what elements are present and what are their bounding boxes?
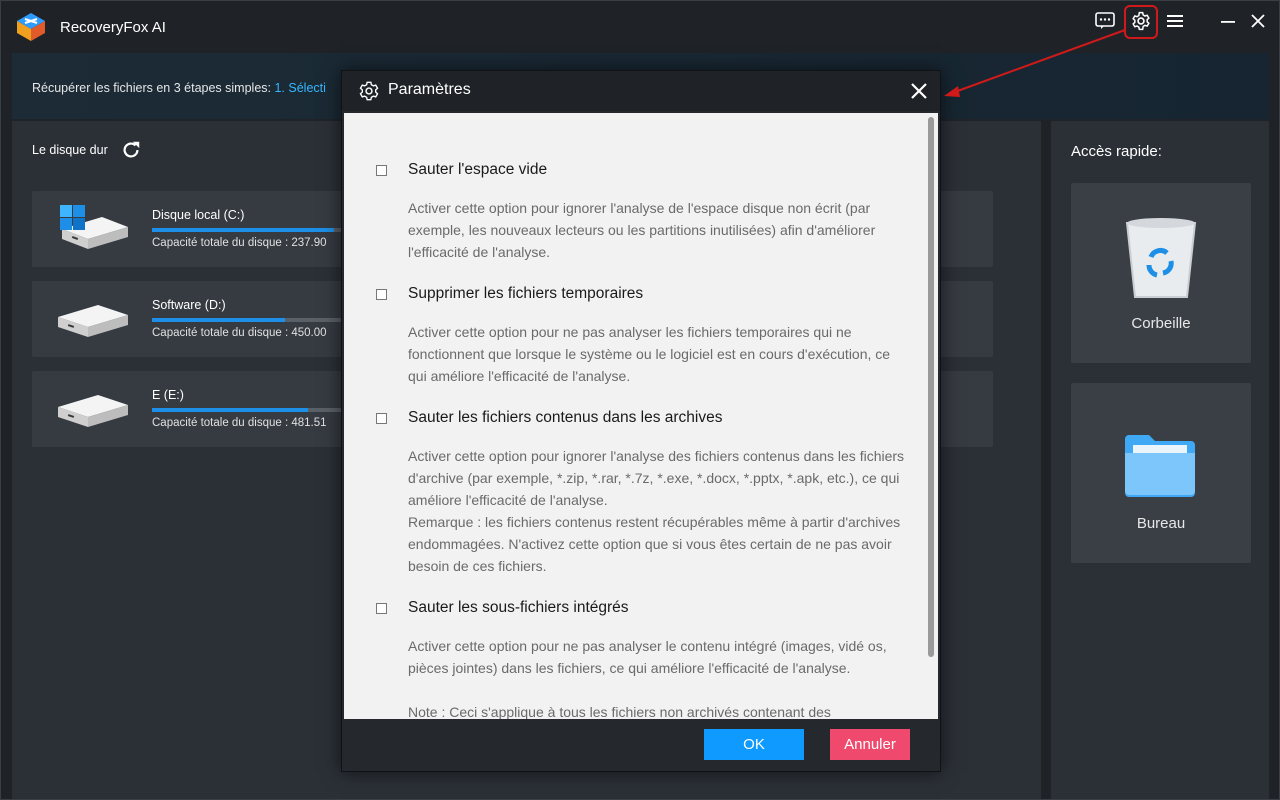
- option-skip-embedded-subfiles: Sauter les sous-fichiers intégrés Active…: [376, 599, 896, 719]
- drive-capacity: Capacité totale du disque : 450.00: [152, 327, 327, 339]
- windows-drive-icon: [60, 205, 128, 249]
- option-desc-text: Activer cette option pour ne pas analyse…: [408, 638, 887, 676]
- option-remark-text: Remarque : les fichiers contenus restent…: [408, 514, 901, 574]
- drive-name: Software (D:): [152, 298, 226, 312]
- settings-dialog: Paramètres Sauter l'espace vide Activer …: [341, 70, 941, 772]
- close-icon[interactable]: [908, 80, 930, 102]
- title-bar: RecoveryFox AI: [1, 1, 1279, 51]
- drive-capacity: Capacité totale du disque : 237.90: [152, 237, 327, 249]
- option-checkbox[interactable]: [376, 413, 387, 424]
- feedback-button[interactable]: [1089, 9, 1121, 33]
- app-logo-icon: [17, 13, 45, 41]
- cancel-button[interactable]: Annuler: [830, 729, 910, 760]
- option-delete-temp-files: Supprimer les fichiers temporaires Activ…: [376, 285, 896, 395]
- gear-icon: [359, 81, 379, 101]
- minimize-icon: [1221, 21, 1235, 23]
- option-note-text: Note : Ceci s'applique à tous les fichie…: [408, 704, 831, 719]
- option-title: Sauter l'espace vide: [408, 161, 548, 178]
- drive-usage-bar: [152, 408, 342, 412]
- quick-access-label: Corbeille: [1131, 315, 1191, 332]
- drive-usage-fill: [152, 228, 335, 232]
- section-title: Le disque dur: [32, 143, 108, 157]
- drive-usage-fill: [152, 318, 285, 322]
- folder-icon: [1125, 435, 1195, 497]
- recycle-bin-icon: [1125, 218, 1197, 298]
- close-icon: [1251, 14, 1265, 28]
- dialog-body[interactable]: Sauter l'espace vide Activer cette optio…: [344, 113, 938, 719]
- quick-access-panel: Accès rapide: Corbeille Bureau: [1051, 121, 1269, 799]
- drive-usage-bar: [152, 228, 342, 232]
- drive-usage-bar: [152, 318, 342, 322]
- ok-button[interactable]: OK: [704, 729, 804, 760]
- option-description: Activer cette option pour ignorer l'anal…: [408, 445, 908, 577]
- app-title: RecoveryFox AI: [60, 19, 166, 36]
- quick-access-recycle-bin[interactable]: Corbeille: [1071, 183, 1251, 363]
- hard-drive-icon: [58, 305, 128, 337]
- gear-icon: [1132, 11, 1150, 31]
- settings-button[interactable]: [1125, 9, 1157, 33]
- quick-access-label: Bureau: [1136, 515, 1186, 532]
- option-desc-text: Activer cette option pour ignorer l'anal…: [408, 448, 905, 508]
- drive-name: Disque local (C:): [152, 208, 245, 222]
- step-one: 1. Sélecti: [274, 81, 326, 95]
- option-description: Activer cette option pour ignorer l'anal…: [408, 197, 908, 263]
- option-title: Sauter les sous-fichiers intégrés: [408, 599, 629, 616]
- dialog-title: Paramètres: [388, 81, 471, 98]
- option-description: Activer cette option pour ne pas analyse…: [408, 321, 908, 387]
- menu-button[interactable]: [1159, 9, 1191, 33]
- chat-icon: [1095, 12, 1115, 29]
- drive-usage-fill: [152, 408, 308, 412]
- option-checkbox[interactable]: [376, 165, 387, 176]
- steps-text: Récupérer les fichiers en 3 étapes simpl…: [32, 81, 326, 95]
- option-description: Activer cette option pour ne pas analyse…: [408, 635, 908, 719]
- quick-access-desktop[interactable]: Bureau: [1071, 383, 1251, 563]
- close-window-button[interactable]: [1242, 9, 1274, 33]
- hard-drive-icon: [58, 395, 128, 427]
- option-skip-archive-files: Sauter les fichiers contenus dans les ar…: [376, 409, 904, 589]
- quick-access-title: Accès rapide:: [1071, 143, 1162, 160]
- option-desc-text: Activer cette option pour ne pas analyse…: [408, 324, 891, 384]
- scrollbar[interactable]: [928, 117, 934, 657]
- hamburger-icon: [1167, 15, 1183, 27]
- option-checkbox[interactable]: [376, 289, 387, 300]
- drive-name: E (E:): [152, 388, 184, 402]
- option-checkbox[interactable]: [376, 603, 387, 614]
- refresh-icon[interactable]: [120, 139, 142, 161]
- option-skip-empty-space: Sauter l'espace vide Activer cette optio…: [376, 161, 896, 271]
- option-title: Sauter les fichiers contenus dans les ar…: [408, 409, 723, 426]
- minimize-button[interactable]: [1212, 9, 1244, 33]
- steps-intro: Récupérer les fichiers en 3 étapes simpl…: [32, 81, 275, 95]
- dialog-footer: OK Annuler: [342, 719, 940, 771]
- option-title: Supprimer les fichiers temporaires: [408, 285, 644, 302]
- dialog-header: Paramètres: [342, 71, 940, 111]
- option-desc-text: Activer cette option pour ignorer l'anal…: [408, 200, 876, 260]
- drive-capacity: Capacité totale du disque : 481.51: [152, 417, 327, 429]
